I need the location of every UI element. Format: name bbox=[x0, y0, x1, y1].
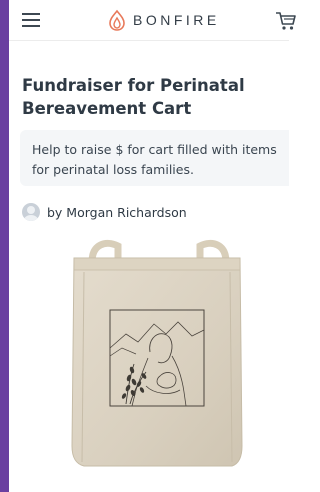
campaign-title: Fundraiser for Perinatal Bereavement Car… bbox=[22, 76, 245, 118]
flame-logo-icon bbox=[109, 9, 125, 31]
cart-icon[interactable] bbox=[275, 10, 297, 32]
left-edge-strip bbox=[0, 0, 9, 492]
hamburger-icon[interactable] bbox=[22, 13, 40, 27]
top-nav-bar: BONFIRE bbox=[9, 0, 296, 41]
campaign-description-box: Help to raise $ for cart filled with ite… bbox=[20, 130, 289, 186]
organizer-byline[interactable]: by Morgan Richardson bbox=[22, 202, 187, 222]
brand-name: BONFIRE bbox=[133, 12, 220, 28]
brand-logo[interactable]: BONFIRE bbox=[107, 9, 220, 31]
product-image-tote-bag[interactable] bbox=[62, 236, 252, 476]
organizer-name: by Morgan Richardson bbox=[47, 204, 187, 220]
campaign-description: Help to raise $ for cart filled with ite… bbox=[32, 142, 277, 177]
avatar bbox=[22, 203, 40, 221]
